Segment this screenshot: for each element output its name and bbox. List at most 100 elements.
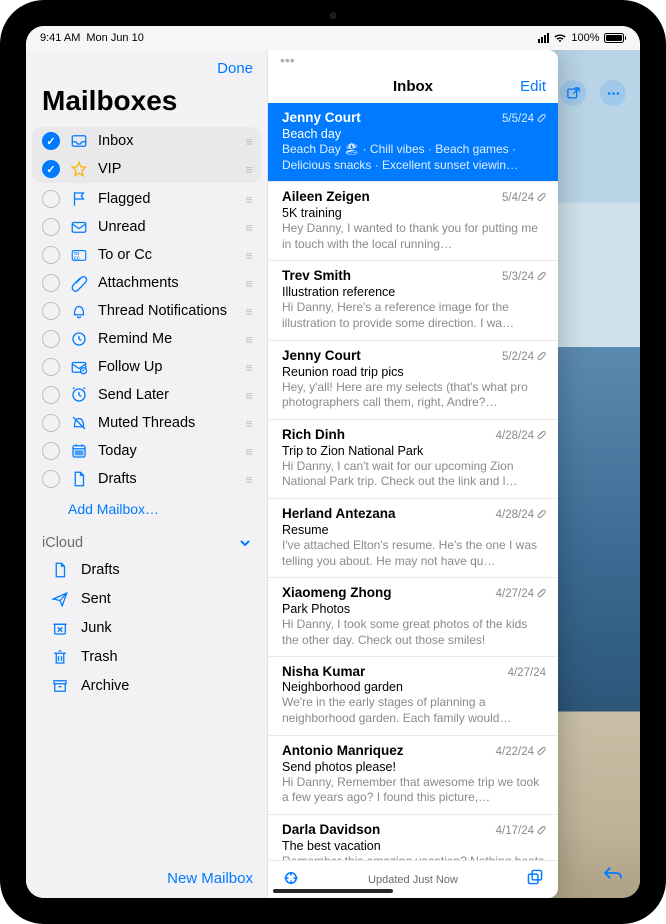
folder-label: Archive: [81, 678, 129, 694]
message-row[interactable]: Jenny Court5/2/24 Reunion road trip pics…: [268, 341, 558, 420]
filter-button[interactable]: [282, 870, 300, 890]
organize-button[interactable]: [526, 869, 544, 890]
sent-icon: [50, 590, 70, 608]
reorder-handle-icon[interactable]: ≡: [245, 248, 251, 263]
sidebar-item-today[interactable]: Today ≡: [32, 437, 261, 465]
sidebar-item-muted-threads[interactable]: Muted Threads≡: [32, 409, 261, 437]
account-folder-trash[interactable]: Trash: [26, 642, 267, 671]
sidebar-item-drafts[interactable]: Drafts ≡: [32, 465, 261, 493]
attachment-icon: [537, 824, 546, 838]
message-subject: Trip to Zion National Park: [282, 444, 546, 458]
message-date: 5/3/24: [502, 270, 546, 284]
message-preview: Hey Danny, I wanted to thank you for put…: [282, 221, 546, 252]
reorder-handle-icon[interactable]: ≡: [245, 162, 251, 177]
compose-button[interactable]: [560, 80, 586, 106]
account-section-header[interactable]: iCloud: [26, 529, 267, 555]
message-row[interactable]: Trev Smith5/3/24 Illustration referenceH…: [268, 261, 558, 340]
account-folder-drafts[interactable]: Drafts: [26, 555, 267, 584]
attachment-icon: [537, 508, 546, 522]
message-row[interactable]: Jenny Court5/5/24 Beach dayBeach Day 🏖 ·…: [268, 103, 558, 182]
checkbox-icon[interactable]: [42, 190, 60, 208]
list-title: Inbox: [393, 78, 433, 95]
message-row[interactable]: Antonio Manriquez4/22/24 Send photos ple…: [268, 736, 558, 815]
sidebar-item-to-or-cc[interactable]: TOCCTo or Cc≡: [32, 241, 261, 269]
window-menu-icon[interactable]: •••: [280, 52, 295, 68]
muted-icon: [69, 414, 89, 432]
checkbox-icon[interactable]: [42, 358, 60, 376]
message-row[interactable]: Rich Dinh4/28/24 Trip to Zion National P…: [268, 420, 558, 499]
tocc-icon: TOCC: [69, 246, 89, 264]
checkbox-icon[interactable]: [42, 132, 60, 150]
sidebar-item-flagged[interactable]: Flagged≡: [32, 185, 261, 213]
message-row[interactable]: Nisha Kumar4/27/24Neighborhood gardenWe'…: [268, 657, 558, 735]
reorder-handle-icon[interactable]: ≡: [245, 360, 251, 375]
done-button[interactable]: Done: [217, 60, 253, 77]
checkbox-icon[interactable]: [42, 274, 60, 292]
new-mailbox-button[interactable]: New Mailbox: [167, 870, 253, 887]
reorder-handle-icon[interactable]: ≡: [245, 134, 251, 149]
sidebar-item-thread-notifications[interactable]: Thread Notifications≡: [32, 297, 261, 325]
message-date: 4/17/24: [496, 824, 546, 838]
home-indicator[interactable]: [273, 889, 393, 893]
folder-label: Trash: [81, 649, 118, 665]
sidebar-item-label: Inbox: [98, 133, 236, 149]
message-row[interactable]: Aileen Zeigen5/4/24 5K trainingHey Danny…: [268, 182, 558, 261]
sidebar-item-unread[interactable]: Unread≡: [32, 213, 261, 241]
message-sender: Trev Smith: [282, 268, 351, 283]
sidebar-item-follow-up[interactable]: Follow Up≡: [32, 353, 261, 381]
checkbox-icon[interactable]: [42, 470, 60, 488]
message-row[interactable]: Herland Antezana4/28/24 ResumeI've attac…: [268, 499, 558, 578]
content-area: Done Mailboxes Inbox≡VIP≡Flagged≡Unread≡…: [26, 50, 640, 898]
checkbox-icon[interactable]: [42, 246, 60, 264]
reorder-handle-icon[interactable]: ≡: [245, 220, 251, 235]
account-folder-archive[interactable]: Archive: [26, 671, 267, 700]
reorder-handle-icon[interactable]: ≡: [245, 472, 251, 487]
checkbox-icon[interactable]: [42, 330, 60, 348]
reorder-handle-icon[interactable]: ≡: [245, 444, 251, 459]
message-preview: I've attached Elton's resume. He's the o…: [282, 538, 546, 569]
account-folder-junk[interactable]: Junk: [26, 613, 267, 642]
tray-icon: [69, 132, 89, 150]
checkbox-icon[interactable]: [42, 386, 60, 404]
battery-icon: [604, 33, 627, 43]
sidebar-item-inbox[interactable]: Inbox ≡: [32, 127, 261, 155]
checkbox-icon[interactable]: [42, 414, 60, 432]
reorder-handle-icon[interactable]: ≡: [245, 304, 251, 319]
checkbox-icon[interactable]: [42, 218, 60, 236]
sidebar-item-vip[interactable]: VIP≡: [32, 155, 261, 183]
followup-icon: [69, 358, 89, 376]
reply-button[interactable]: [602, 864, 624, 888]
sidebar-item-attachments[interactable]: Attachments≡: [32, 269, 261, 297]
sidebar-item-remind-me[interactable]: Remind Me ≡: [32, 325, 261, 353]
more-button[interactable]: [600, 80, 626, 106]
reorder-handle-icon[interactable]: ≡: [245, 192, 251, 207]
reorder-handle-icon[interactable]: ≡: [245, 276, 251, 291]
sidebar-item-send-later[interactable]: Send Later≡: [32, 381, 261, 409]
sidebar-item-label: Remind Me: [98, 331, 236, 347]
add-mailbox-button[interactable]: Add Mailbox…: [26, 493, 267, 529]
checkbox-icon[interactable]: [42, 442, 60, 460]
chevron-down-icon: [239, 535, 251, 551]
checkbox-icon[interactable]: [42, 160, 60, 178]
reorder-handle-icon[interactable]: ≡: [245, 332, 251, 347]
message-row[interactable]: Xiaomeng Zhong4/27/24 Park PhotosHi Dann…: [268, 578, 558, 657]
reorder-handle-icon[interactable]: ≡: [245, 416, 251, 431]
message-row[interactable]: Darla Davidson4/17/24 The best vacationR…: [268, 815, 558, 860]
message-preview: Hi Danny, I can't wait for our upcoming …: [282, 459, 546, 490]
message-subject: 5K training: [282, 206, 546, 220]
mail-window: Done Mailboxes Inbox≡VIP≡Flagged≡Unread≡…: [26, 50, 558, 898]
sidebar-item-label: Drafts: [98, 471, 236, 487]
checkbox-icon[interactable]: [42, 302, 60, 320]
message-sender: Xiaomeng Zhong: [282, 585, 392, 600]
message-subject: Send photos please!: [282, 760, 546, 774]
account-label: iCloud: [42, 535, 83, 551]
status-time: 9:41 AM: [40, 32, 80, 44]
message-sender: Nisha Kumar: [282, 664, 365, 679]
account-folder-sent[interactable]: Sent: [26, 584, 267, 613]
edit-button[interactable]: Edit: [520, 78, 546, 95]
status-bar: 9:41 AM Mon Jun 10 100%: [26, 26, 640, 50]
reorder-handle-icon[interactable]: ≡: [245, 388, 251, 403]
attachment-icon: [537, 350, 546, 364]
wifi-icon: [553, 33, 567, 43]
sidebar-item-label: Today: [98, 443, 236, 459]
